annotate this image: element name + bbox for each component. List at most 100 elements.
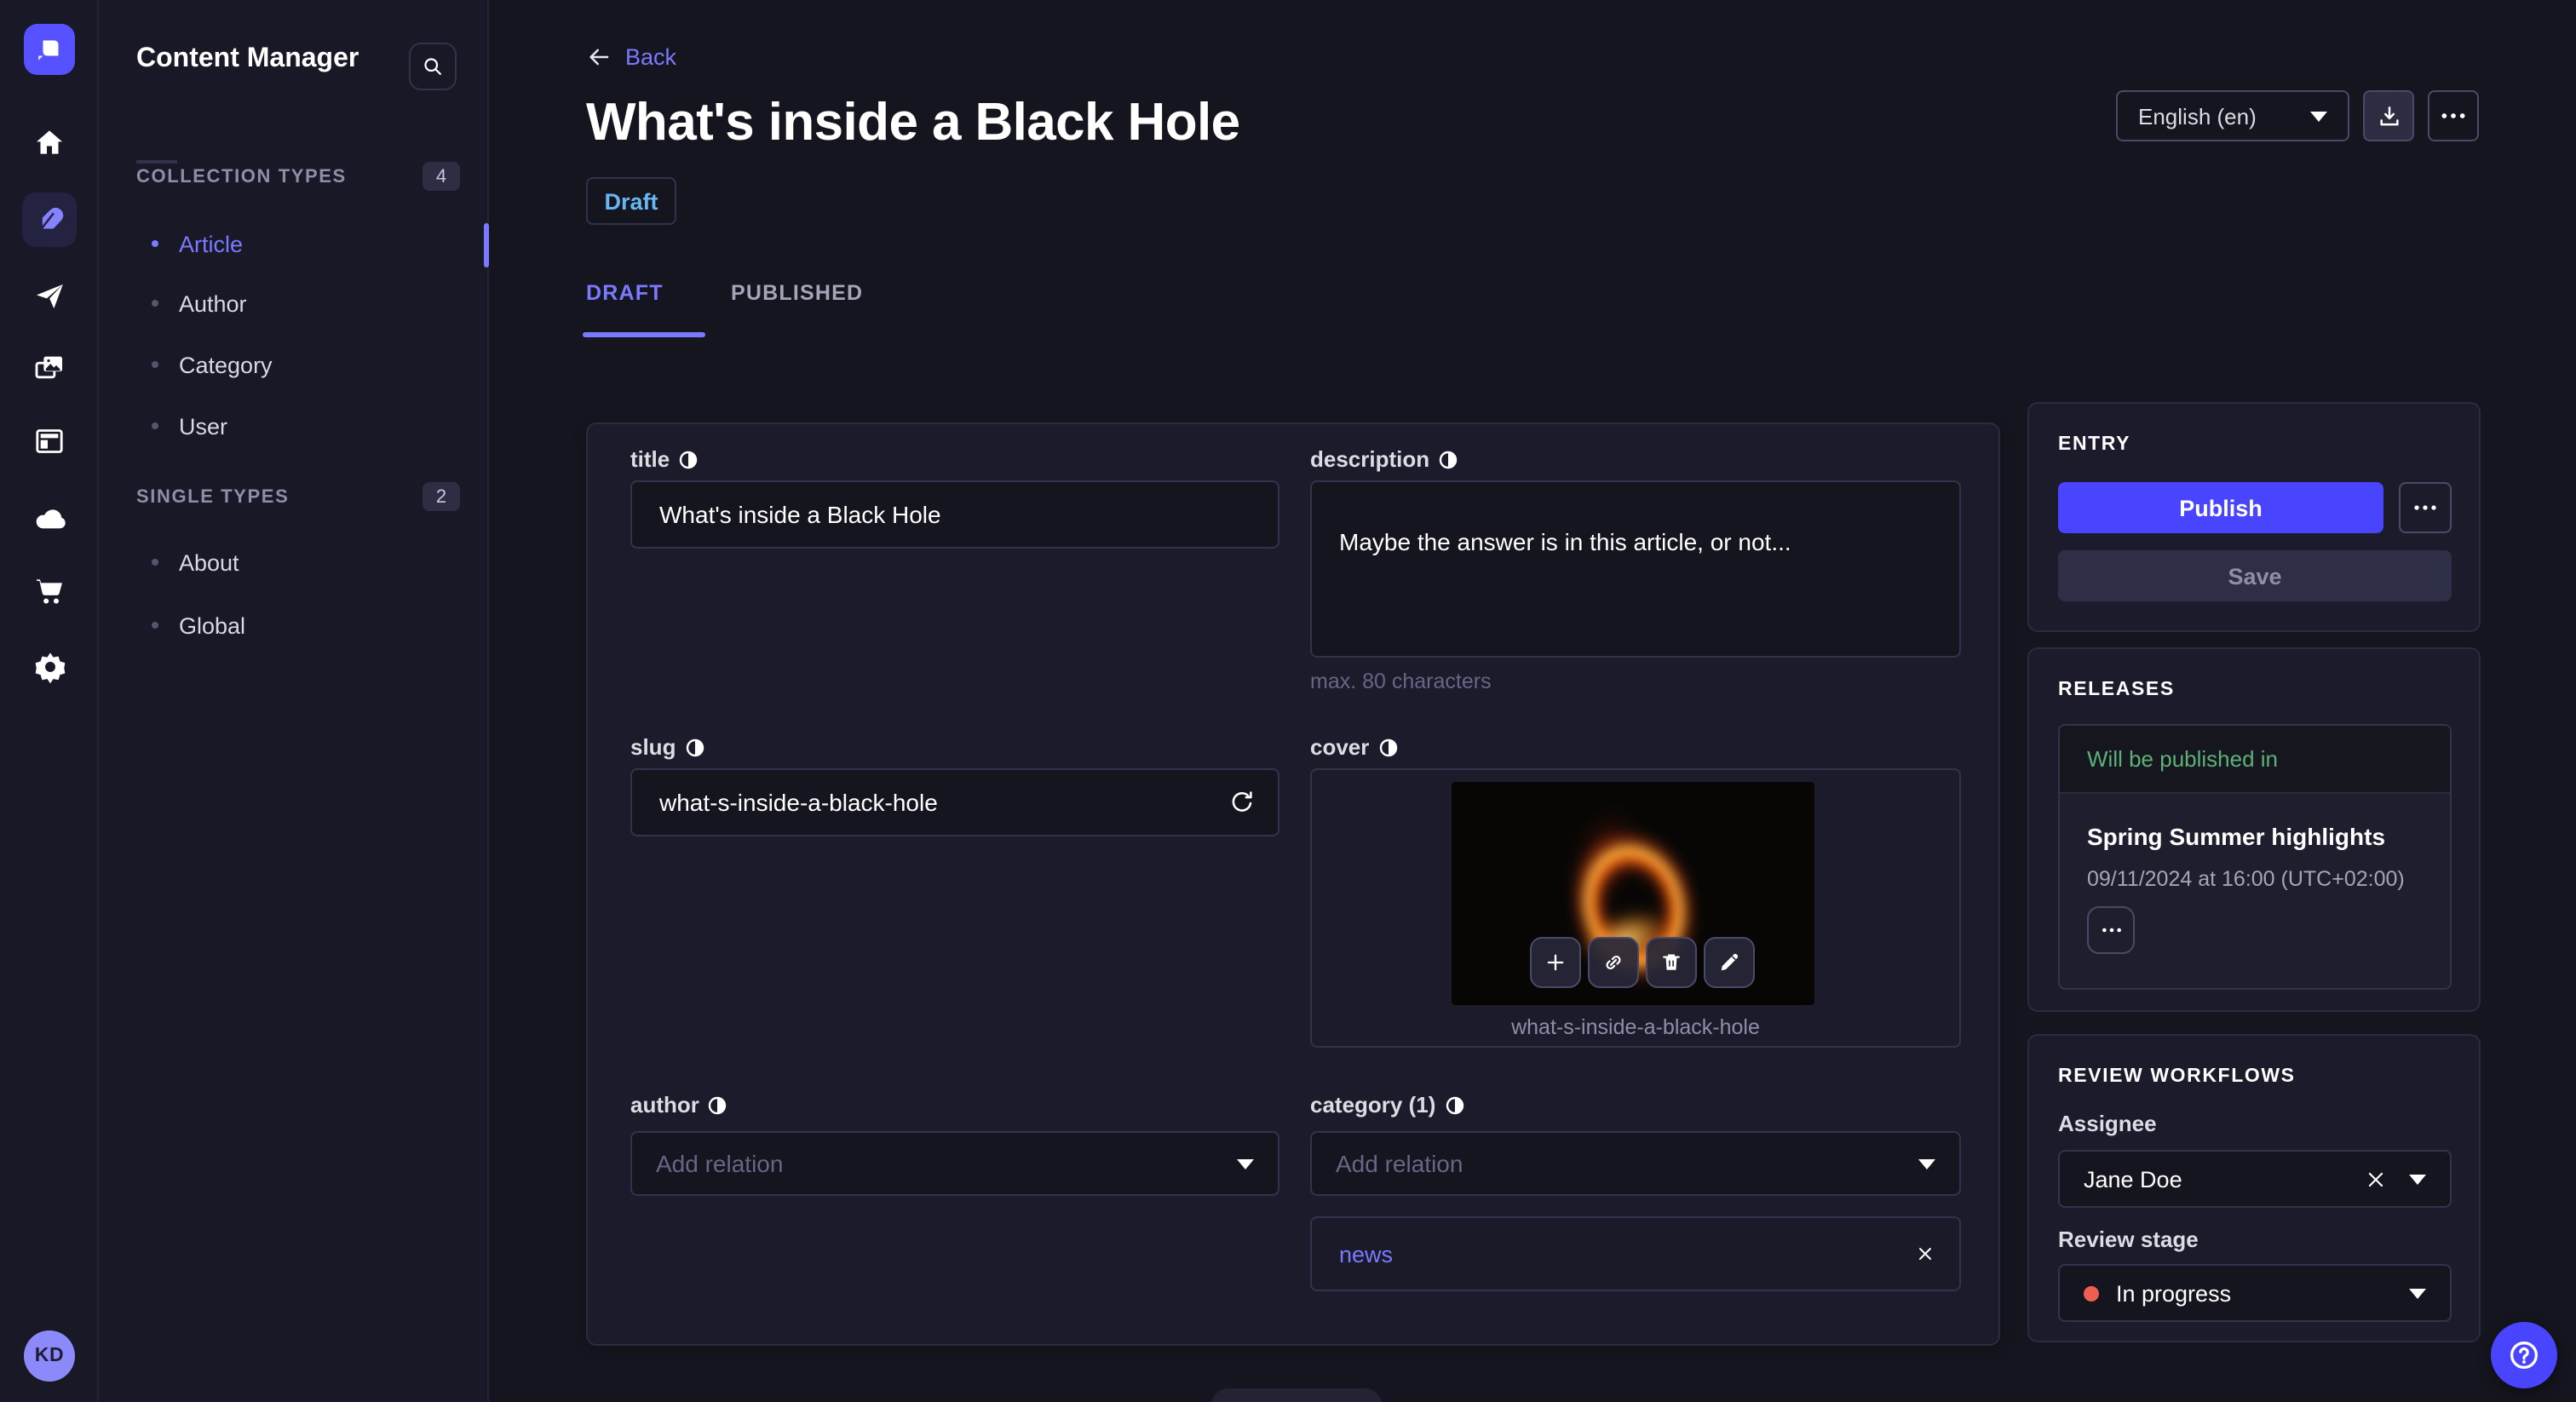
description-value: Maybe the answer is in this article, or … [1339, 528, 1791, 555]
releases-panel: RELEASES Will be published in Spring Sum… [2027, 647, 2481, 1012]
locale-value: English (en) [2138, 103, 2257, 129]
section-single-types: SINGLE TYPES [136, 487, 290, 508]
back-link[interactable]: Back [586, 44, 676, 70]
back-label: Back [625, 44, 677, 70]
delete-media-button[interactable] [1646, 937, 1697, 988]
remove-relation-icon[interactable] [1915, 1244, 1935, 1264]
entry-panel: ENTRY Publish Save [2027, 402, 2481, 632]
label-text: author [630, 1092, 699, 1118]
description-field-label: description [1310, 446, 1458, 472]
user-avatar[interactable]: KD [24, 1330, 75, 1382]
author-placeholder: Add relation [656, 1150, 784, 1177]
search-button[interactable] [409, 43, 457, 90]
slug-input-value: what-s-inside-a-black-hole [659, 789, 938, 816]
help-button[interactable] [2491, 1322, 2557, 1388]
release-name[interactable]: Spring Summer highlights [2087, 823, 2385, 850]
ellipsis-icon [2102, 928, 2120, 933]
paper-plane-icon[interactable] [0, 278, 99, 315]
clear-assignee-icon[interactable] [2365, 1168, 2387, 1190]
category-placeholder: Add relation [1336, 1150, 1463, 1177]
gear-icon[interactable] [0, 647, 99, 685]
stage-status-dot [2084, 1285, 2099, 1301]
review-panel-title: REVIEW WORKFLOWS [2058, 1066, 2296, 1087]
scroll-cutoff-element [1211, 1388, 1382, 1402]
sidebar-item-global[interactable]: Global [136, 606, 477, 644]
tab-draft[interactable]: DRAFT [586, 281, 664, 305]
download-button[interactable] [2363, 90, 2414, 141]
title-input-value: What's inside a Black Hole [659, 501, 941, 528]
entry-more-button[interactable] [2399, 482, 2452, 533]
trash-icon [1663, 954, 1680, 970]
sidebar-item-user[interactable]: User [136, 407, 477, 445]
cloud-icon[interactable] [0, 499, 99, 537]
save-button[interactable]: Save [2058, 550, 2452, 601]
question-mark-icon [2510, 1341, 2539, 1370]
sidebar-item-label: User [179, 413, 228, 439]
release-card: Will be published in Spring Summer highl… [2058, 724, 2452, 990]
release-more-button[interactable] [2087, 906, 2135, 954]
collection-types-count-badge: 4 [423, 162, 460, 191]
copy-link-button[interactable] [1588, 937, 1639, 988]
sidebar-item-article[interactable]: Article [136, 225, 477, 262]
edit-form-card: title What's inside a Black Hole descrip… [586, 422, 2000, 1346]
link-icon [1606, 955, 1621, 970]
sidebar-title: Content Manager [136, 44, 359, 73]
home-icon[interactable] [0, 124, 99, 162]
sidebar-item-category[interactable]: Category [136, 346, 477, 383]
ellipsis-icon [2414, 505, 2436, 510]
app-root: KD Content Manager COLLECTION TYPES 4 Ar… [0, 0, 2576, 1402]
strapi-logo[interactable] [24, 24, 75, 75]
add-media-button[interactable] [1530, 937, 1581, 988]
category-field-label: category (1) [1310, 1092, 1464, 1118]
refresh-icon[interactable] [1228, 789, 1256, 816]
sidebar-item-label: Author [179, 290, 247, 316]
label-text: description [1310, 446, 1430, 472]
active-item-indicator [484, 223, 489, 267]
single-types-count-badge: 2 [423, 482, 460, 511]
plus-icon [1547, 954, 1564, 971]
review-stage-select[interactable]: In progress [2058, 1264, 2452, 1322]
status-badge: Draft [586, 177, 676, 225]
sidebar-divider [136, 160, 177, 164]
sidebar-item-about[interactable]: About [136, 543, 477, 581]
release-date: 09/11/2024 at 16:00 (UTC+02:00) [2087, 867, 2405, 891]
slug-field-label: slug [630, 734, 704, 760]
chevron-down-icon [1918, 1158, 1935, 1169]
release-status: Will be published in [2060, 726, 2450, 794]
description-textarea[interactable]: Maybe the answer is in this article, or … [1310, 480, 1961, 658]
tab-published[interactable]: PUBLISHED [731, 281, 863, 305]
layout-icon[interactable] [0, 422, 99, 460]
review-workflows-panel: REVIEW WORKFLOWS Assignee Jane Doe Revie… [2027, 1034, 2481, 1342]
category-relation-select[interactable]: Add relation [1310, 1131, 1961, 1196]
ellipsis-icon [2441, 113, 2465, 118]
label-text: title [630, 446, 670, 472]
content-manager-rail-item[interactable] [22, 192, 77, 247]
review-stage-label: Review stage [2058, 1227, 2199, 1252]
feather-icon [37, 206, 63, 232]
publish-button[interactable]: Publish [2058, 482, 2383, 533]
pencil-icon [1721, 953, 1739, 971]
sidebar-item-author[interactable]: Author [136, 284, 477, 322]
author-relation-select[interactable]: Add relation [630, 1131, 1279, 1196]
assignee-select[interactable]: Jane Doe [2058, 1150, 2452, 1208]
label-text: cover [1310, 734, 1370, 760]
cart-icon[interactable] [0, 572, 99, 610]
locale-select[interactable]: English (en) [2116, 90, 2349, 141]
assignee-controls [2365, 1168, 2426, 1190]
chevron-down-icon [2409, 1174, 2426, 1184]
relation-link-news[interactable]: news [1339, 1241, 1393, 1267]
more-actions-button[interactable] [2428, 90, 2479, 141]
i18n-globe-icon [686, 738, 704, 756]
download-icon [2379, 106, 2398, 125]
entry-panel-title: ENTRY [2058, 434, 2131, 455]
arrow-left-icon [589, 49, 609, 66]
content-manager-sidebar: Content Manager COLLECTION TYPES 4 Artic… [99, 0, 489, 1402]
label-text: slug [630, 734, 676, 760]
search-icon [424, 58, 441, 75]
title-input[interactable]: What's inside a Black Hole [630, 480, 1279, 549]
bullet-icon [152, 240, 158, 247]
cover-field-label: cover [1310, 734, 1398, 760]
media-library-icon[interactable] [0, 349, 99, 387]
slug-input[interactable]: what-s-inside-a-black-hole [630, 768, 1279, 836]
edit-media-button[interactable] [1704, 937, 1755, 988]
